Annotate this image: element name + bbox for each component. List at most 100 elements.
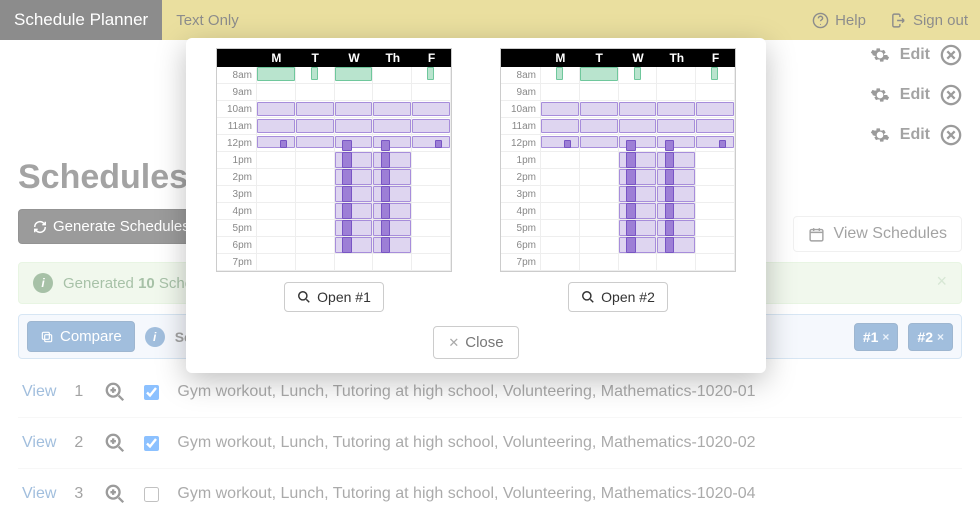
- calendar-cell: [657, 169, 696, 186]
- calendar-event: [335, 152, 373, 168]
- generate-schedules-button[interactable]: Generate Schedules: [18, 209, 205, 244]
- row-checkbox[interactable]: [144, 436, 159, 451]
- day-label: T: [296, 49, 335, 67]
- calendar-cell: [696, 254, 735, 271]
- calendar-body: 8am9am10am11am12pm1pm2pm3pm4pm5pm6pm7pm: [217, 67, 451, 271]
- open-schedule-2-button[interactable]: Open #2: [568, 282, 668, 312]
- zoom-in-icon[interactable]: [104, 483, 126, 505]
- calendar-event: [657, 203, 695, 219]
- calendar-cell: [580, 254, 619, 271]
- calendar-event: [427, 67, 434, 80]
- compare-button[interactable]: Compare: [27, 321, 135, 352]
- time-label: 10am: [217, 101, 257, 118]
- view-link[interactable]: View: [22, 383, 56, 401]
- sign-out-label: Sign out: [913, 12, 968, 29]
- open-schedule-1-button[interactable]: Open #1: [284, 282, 384, 312]
- calendar-cell: [296, 67, 335, 84]
- gear-icon[interactable]: [870, 45, 890, 65]
- time-label: 2pm: [217, 169, 257, 186]
- calendar-event: [435, 140, 443, 148]
- close-circle-icon[interactable]: [940, 124, 962, 146]
- gear-icon[interactable]: [870, 125, 890, 145]
- calendar-cell: [296, 101, 335, 118]
- calendar-cell: [696, 152, 735, 169]
- calendar-event: [665, 220, 674, 236]
- info-icon: i: [33, 273, 53, 293]
- close-circle-icon[interactable]: [940, 84, 962, 106]
- calendar-event: [541, 136, 579, 148]
- row-checkbox[interactable]: [144, 487, 159, 502]
- modal-footer: ✕ Close: [202, 326, 750, 359]
- gear-icon[interactable]: [870, 85, 890, 105]
- calendar-cell: [373, 101, 412, 118]
- calendar-event: [335, 169, 373, 185]
- chip-remove-button[interactable]: ×: [937, 330, 944, 344]
- calendar-cell: [541, 101, 580, 118]
- calendar-cell: [412, 67, 451, 84]
- calendar-cell: [373, 152, 412, 169]
- zoom-in-icon[interactable]: [104, 381, 126, 403]
- compare-chip[interactable]: #2 ×: [908, 323, 953, 351]
- zoom-in-icon[interactable]: [104, 432, 126, 454]
- day-label: Th: [373, 49, 412, 67]
- calendar-event: [657, 169, 695, 185]
- calendar-event: [665, 140, 674, 151]
- close-modal-button[interactable]: ✕ Close: [433, 326, 518, 359]
- text-only-link[interactable]: Text Only: [162, 0, 253, 40]
- calendar-event: [696, 102, 734, 116]
- calendar-cell: [657, 254, 696, 271]
- calendar-event: [619, 102, 657, 116]
- calendar-cell: [296, 118, 335, 135]
- calendar-event: [626, 220, 635, 236]
- view-link[interactable]: View: [22, 485, 56, 503]
- close-icon: ✕: [448, 335, 459, 351]
- edit-label[interactable]: Edit: [900, 126, 930, 144]
- calendar-cell: [335, 135, 374, 152]
- calendar-event: [665, 186, 674, 202]
- calendar-cell: [335, 84, 374, 101]
- calendar-cell: [696, 169, 735, 186]
- alert-close-button[interactable]: ×: [936, 271, 947, 292]
- calendar-event: [619, 152, 657, 168]
- calendar-cell: [696, 67, 735, 84]
- time-label: 12pm: [501, 135, 541, 152]
- compare-modal: M T W Th F 8am9am10am11am12pm1pm2pm3pm4p…: [186, 38, 766, 373]
- edit-label[interactable]: Edit: [900, 86, 930, 104]
- view-schedules-label: View Schedules: [833, 225, 947, 243]
- help-link[interactable]: Help: [800, 0, 878, 40]
- calendar-cell: [696, 220, 735, 237]
- edit-label[interactable]: Edit: [900, 46, 930, 64]
- calendar-event: [719, 140, 727, 148]
- calendar-cell: [412, 186, 451, 203]
- view-schedules-button[interactable]: View Schedules: [793, 216, 962, 252]
- calendar-cell: [373, 84, 412, 101]
- calendar-event: [280, 140, 288, 148]
- calendar-event: [412, 136, 450, 148]
- calendar-cell: [619, 237, 658, 254]
- calendar-event: [580, 119, 618, 133]
- calendar-cell: [257, 186, 296, 203]
- calendar-cell: [619, 67, 658, 84]
- calendar-body: 8am9am10am11am12pm1pm2pm3pm4pm5pm6pm7pm: [501, 67, 735, 271]
- close-circle-icon[interactable]: [940, 44, 962, 66]
- chip-remove-button[interactable]: ×: [882, 330, 889, 344]
- calendar-cell: [296, 169, 335, 186]
- view-link[interactable]: View: [22, 434, 56, 452]
- calendar-event: [381, 140, 390, 151]
- day-label: W: [335, 49, 374, 67]
- calendar-cell: [541, 186, 580, 203]
- calendar-cell: [541, 220, 580, 237]
- calendar-event: [657, 136, 695, 148]
- day-label: W: [619, 49, 658, 67]
- calendar-cell: [696, 237, 735, 254]
- calendar-event: [373, 102, 411, 116]
- compare-chip[interactable]: #1 ×: [854, 323, 899, 351]
- row-checkbox[interactable]: [144, 385, 159, 400]
- sign-out-link[interactable]: Sign out: [878, 0, 980, 40]
- calendar-event: [619, 220, 657, 236]
- calendar-event: [342, 203, 351, 219]
- calendar-cell: [580, 118, 619, 135]
- time-label: 3pm: [217, 186, 257, 203]
- calendar-event: [580, 67, 618, 81]
- calendar-cell: [541, 118, 580, 135]
